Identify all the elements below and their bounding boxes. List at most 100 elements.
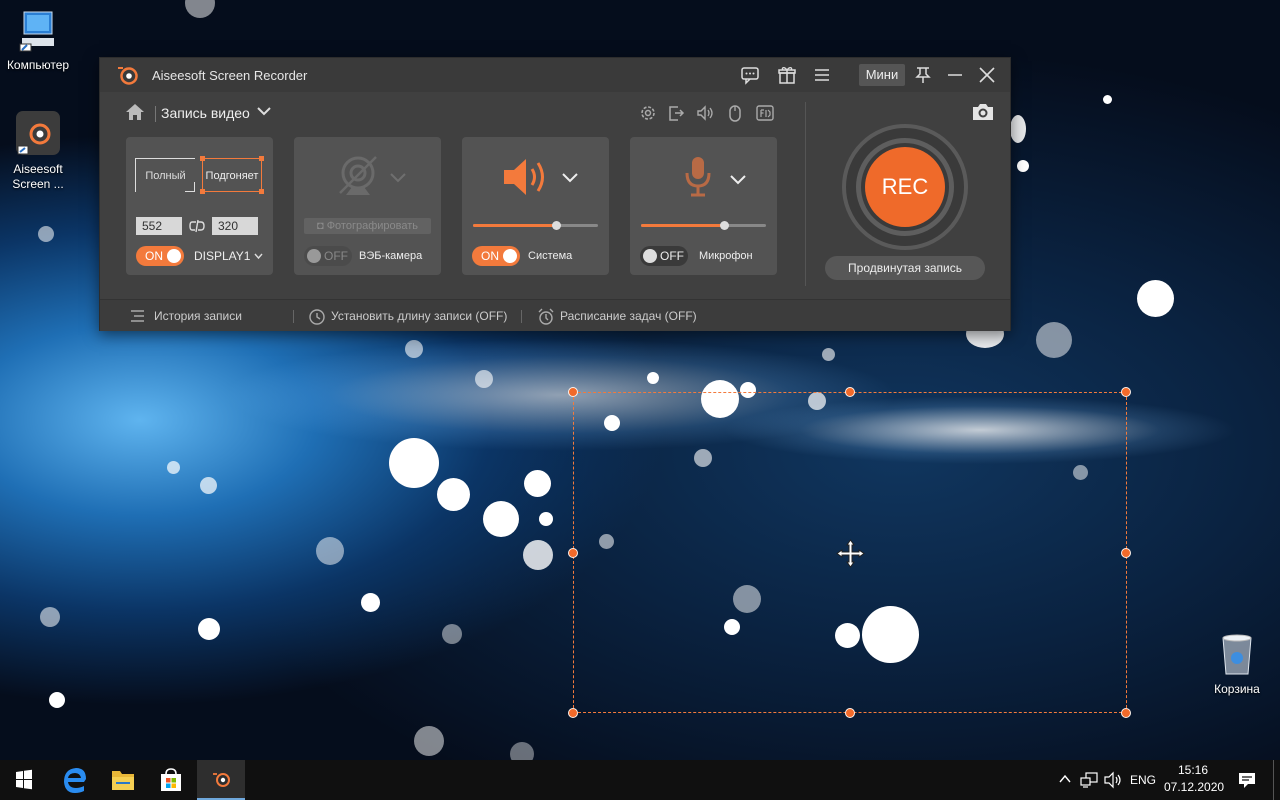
move-cursor-icon[interactable] [836,539,865,568]
windows-start-icon[interactable] [0,760,48,800]
alarm-clock-icon [538,308,554,325]
speaker-icon[interactable] [695,103,715,123]
desktop-icon-computer[interactable]: Компьютер [0,10,76,73]
clock[interactable]: 15:16 07.12.2020 [1164,763,1224,794]
mode-row: Запись видео [100,92,800,132]
resize-handle-bottom[interactable] [845,708,855,718]
minimize-icon[interactable] [945,65,965,85]
take-photo-button[interactable]: ◘ Фотографировать [304,218,431,234]
home-icon[interactable] [124,102,146,122]
divider [293,310,294,323]
record-history-link[interactable]: История записи [154,309,242,323]
app-logo-icon [118,67,138,85]
bokeh-dot [483,501,519,537]
advanced-recording-button[interactable]: Продвинутая запись [825,256,985,280]
bokeh-dot [475,370,493,388]
pin-icon[interactable] [913,65,933,85]
rec-button[interactable]: REC [865,147,945,227]
system-sound-label: Система [528,250,573,262]
custom-region-button[interactable]: Подгоняет [200,156,264,194]
resize-handle-top-right[interactable] [1121,387,1131,397]
bokeh-dot [200,477,217,494]
link-ratio-icon[interactable] [189,219,205,233]
desktop-icon-aiseesoft[interactable]: Aiseesoft Screen ... [0,110,76,192]
store-icon[interactable] [147,760,195,800]
bokeh-dot [442,624,462,644]
show-desktop-button[interactable] [1273,760,1274,800]
bokeh-dot [405,340,423,358]
system-volume-slider[interactable] [473,221,598,230]
full-screen-button[interactable]: Полный [135,158,195,192]
webcam-disabled-icon [339,156,377,195]
screenshot-camera-icon[interactable] [970,101,996,123]
height-input[interactable]: 320 [212,217,258,235]
recorder-window: Aiseesoft Screen Recorder Мини Запись ви… [99,57,1011,331]
divider [155,106,156,122]
divider [805,102,806,286]
language-indicator[interactable]: ENG [1130,773,1156,787]
slider-thumb[interactable] [719,221,729,230]
settings-gear-icon[interactable] [638,103,658,123]
edge-browser-icon[interactable] [51,760,99,800]
title-bar[interactable]: Aiseesoft Screen Recorder Мини [100,58,1010,92]
mode-selector[interactable]: Запись видео [161,105,250,121]
resize-handle-top-left[interactable] [568,387,578,397]
bokeh-dot [38,226,54,242]
task-schedule-link[interactable]: Расписание задач (OFF) [560,309,697,323]
bokeh-dot [49,692,65,708]
menu-icon[interactable] [812,65,832,85]
bokeh-dot [523,540,553,570]
history-list-icon [131,310,144,322]
chevron-down-icon[interactable] [561,172,579,184]
close-icon[interactable] [977,65,997,85]
bokeh-dot [1036,322,1072,358]
bokeh-dot [822,348,835,361]
microphone-volume-slider[interactable] [641,221,766,230]
system-sound-toggle[interactable]: ON [472,246,520,266]
slider-thumb[interactable] [551,221,561,230]
chevron-down-icon [254,253,263,260]
volume-icon[interactable] [1103,771,1123,789]
aiseesoft-taskbar-icon [213,773,230,787]
speaker-icon[interactable] [502,157,552,197]
mouse-icon[interactable] [725,103,745,123]
microphone-toggle[interactable]: OFF [640,246,688,266]
resize-handle-left[interactable] [568,548,578,558]
export-icon[interactable] [666,103,686,123]
display-toggle[interactable]: ON [136,246,184,266]
chevron-up-icon[interactable] [1058,773,1072,785]
mini-mode-button[interactable]: Мини [859,64,905,86]
bokeh-dot [414,726,444,756]
resize-handle-bottom-right[interactable] [1121,708,1131,718]
webcam-toggle[interactable]: OFF [304,246,352,266]
timer-icon [309,309,325,325]
bokeh-dot [198,618,220,640]
chevron-down-icon[interactable] [389,172,407,184]
width-input[interactable]: 552 [136,217,182,235]
bokeh-dot [40,607,60,627]
chevron-down-icon[interactable] [729,174,747,186]
resize-handle-right[interactable] [1121,548,1131,558]
gift-icon[interactable] [777,65,797,85]
feedback-icon[interactable] [740,65,760,85]
app-title: Aiseesoft Screen Recorder [152,68,308,83]
resize-handle-bottom-left[interactable] [568,708,578,718]
network-icon[interactable] [1079,771,1099,789]
desktop-icon-label: Компьютер [6,58,70,72]
taskbar-app-aiseesoft[interactable] [197,760,245,800]
webcam-label: ВЭБ-камера [359,250,423,262]
microphone-panel: OFF Микрофон [630,137,777,275]
desktop-icon-label: Корзина [1214,682,1260,696]
resize-handle-top[interactable] [845,387,855,397]
chevron-down-icon[interactable] [257,106,271,116]
divider [521,310,522,323]
file-explorer-icon[interactable] [99,760,147,800]
desktop-icon-recycle-bin[interactable]: Корзина [1199,632,1275,697]
hotkey-icon[interactable] [755,103,775,123]
desktop-icon-label: Aiseesoft Screen ... [12,162,64,191]
set-record-length-link[interactable]: Установить длину записи (OFF) [331,309,507,323]
camera-icon: ◘ [316,220,324,232]
microphone-icon[interactable] [683,155,713,199]
notifications-icon[interactable] [1237,771,1257,789]
display-selector[interactable]: DISPLAY1 [194,249,263,263]
